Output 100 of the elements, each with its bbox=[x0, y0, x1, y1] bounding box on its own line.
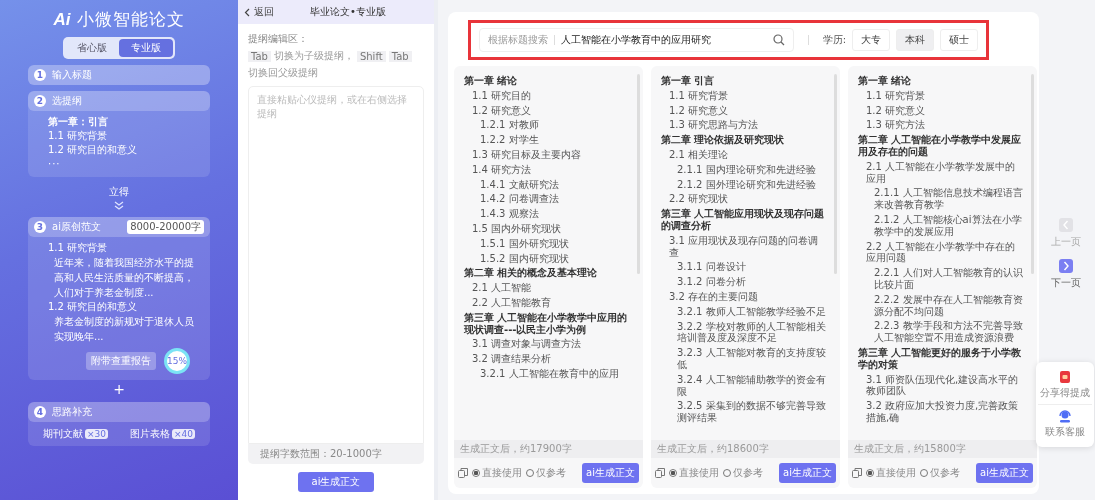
chapter-heading: 第三章 人工智能应用现状及现存问题的调查分析 bbox=[661, 208, 826, 232]
radio-button[interactable] bbox=[866, 469, 874, 477]
chapter-heading: 第一章 引言 bbox=[661, 75, 716, 87]
outline-item: 2.1.2 人工智能核心ai算法在小学教学中的发展应用 bbox=[873, 213, 1023, 238]
outline-item: 1.4.1 文献研究法 bbox=[479, 178, 560, 191]
chapter-heading: 第二章 人工智能在小学教学中发展应用及存在的问题 bbox=[858, 134, 1023, 158]
outline-item: 3.1.2 问卷分析 bbox=[676, 276, 747, 288]
outline-line: 1.1 研究背景 bbox=[48, 129, 109, 143]
copy-icon[interactable] bbox=[458, 468, 468, 478]
outline-item: 3.2.1 人工智能在教育中的应用 bbox=[479, 367, 620, 380]
step-title: 输入标题 bbox=[52, 68, 93, 82]
count-badge: ×30 bbox=[85, 429, 108, 439]
float-menu-item[interactable]: 分享得提成 bbox=[1038, 366, 1092, 404]
word-count: 生成正文后，约15800字 bbox=[848, 440, 1037, 458]
word-count: 生成正文后，约17900字 bbox=[454, 440, 643, 458]
outline-item: 1.4.3 观察法 bbox=[479, 208, 540, 220]
connector-label: 立得 bbox=[109, 185, 129, 199]
outline-item: 2.1.1 国内理论研究和先进经验 bbox=[676, 163, 817, 176]
outline-item: 3.2.1 教师人工智能教学经验不足 bbox=[676, 305, 827, 318]
outline-item: 3.2 政府应加大投资力度,完善政策措施,确 bbox=[865, 400, 1020, 424]
generate-button[interactable]: ai生成正文 bbox=[298, 472, 374, 492]
version-tab[interactable]: 专业版 bbox=[119, 39, 173, 57]
outline-item: 3.2 调查结果分析 bbox=[471, 353, 553, 365]
step-number: 1 bbox=[34, 69, 46, 81]
generate-button[interactable]: ai生成正文 bbox=[779, 463, 836, 483]
chapter-heading: 第二章 相关的概念及基本理论 bbox=[464, 267, 599, 280]
headset-icon bbox=[1058, 409, 1072, 423]
outline-item: 1.1 研究背景 bbox=[865, 89, 927, 102]
outline-item: 1.3 研究目标及主要内容 bbox=[471, 149, 583, 161]
hint-text: 切换为子级提纲， bbox=[273, 49, 354, 63]
outline-item: 3.2.2 学校对教师的人工智能相关培训普及度及深度不足 bbox=[676, 320, 827, 345]
outline-item: 3.2.4 人工智能辅助教学的资金有限 bbox=[676, 373, 827, 398]
degree-option[interactable]: 大专 bbox=[852, 29, 890, 51]
step-number: 2 bbox=[34, 95, 46, 107]
tag-label: 期刊文献 bbox=[43, 427, 83, 441]
chapter-heading: 第二章 理论依据及研究现状 bbox=[661, 134, 786, 146]
step-title: 思路补充 bbox=[52, 405, 93, 419]
generate-button[interactable]: ai生成正文 bbox=[582, 463, 639, 483]
search-label: 根据标题搜索 bbox=[488, 33, 548, 47]
packet-icon bbox=[1059, 370, 1071, 384]
float-menu-item[interactable]: 联系客服 bbox=[1038, 404, 1092, 443]
outline-item: 3.2.3 人工智能对教育的支持度较低 bbox=[676, 347, 827, 371]
copy-icon[interactable] bbox=[655, 468, 665, 478]
app-title: 小微智能论文 bbox=[76, 8, 185, 31]
outline-item: 3.1.1 问卷设计 bbox=[676, 261, 747, 274]
outline-line: 第一章：引言 bbox=[48, 115, 109, 129]
generate-button[interactable]: ai生成正文 bbox=[976, 463, 1033, 483]
search-icon[interactable] bbox=[772, 34, 785, 46]
outline-item: 1.2 研究意义 bbox=[865, 104, 927, 117]
outline-item: 3.2 存在的主要问题 bbox=[668, 290, 760, 303]
key-cap: Tab bbox=[248, 50, 271, 62]
outline-item: 1.5.2 国内研究现状 bbox=[479, 252, 570, 265]
back-link[interactable]: 返回 bbox=[244, 5, 274, 19]
outline-item: 3.1 应用现状及现存问题的问卷调查 bbox=[668, 234, 820, 259]
search-field[interactable]: 根据标题搜索 人工智能在小学教育中的应用研究 bbox=[479, 28, 794, 52]
radio-label: 直接使用 bbox=[679, 466, 719, 480]
radio-button[interactable] bbox=[472, 469, 480, 477]
outline-item: 3.1 调查对象与调查方法 bbox=[471, 338, 583, 351]
copy-icon[interactable] bbox=[852, 468, 862, 478]
step-number: 4 bbox=[34, 406, 46, 418]
outline-item: 2.2.3 教学手段和方法不完善导致人工智能空置不用造成资源浪费 bbox=[873, 320, 1024, 344]
editor-title: 毕业论文•专业版 bbox=[310, 5, 386, 19]
outline-item: 1.1 研究目的 bbox=[471, 89, 533, 102]
outline-item: 2.1 相关理论 bbox=[668, 149, 730, 161]
step-title: ai原创范文 bbox=[52, 220, 102, 234]
key-cap: Shift bbox=[356, 50, 386, 62]
outline-item: 1.5.1 国外研究现状 bbox=[479, 237, 570, 250]
outline-item: 1.3 研究思路与方法 bbox=[668, 119, 760, 132]
outline-item: 1.2.2 对学生 bbox=[479, 134, 540, 146]
preview-paragraph: 养老金制度的新规对于退休人员实现晚年... bbox=[53, 315, 195, 344]
radio-label: 直接使用 bbox=[482, 466, 522, 480]
outline-item: 1.4 研究方法 bbox=[471, 163, 533, 176]
outline-line: 1.2 研究目的和意义 bbox=[48, 300, 139, 314]
tag-label: 图片表格 bbox=[130, 427, 170, 441]
degree-option[interactable]: 本科 bbox=[896, 29, 934, 51]
chapter-heading: 第三章 人工智能更好的服务于小学教学的对策 bbox=[858, 346, 1023, 371]
outline-item: 2.1.1 人工智能信息技术编程语言来改善教育教学 bbox=[873, 187, 1024, 211]
outline-item: 1.5 国内外研究现状 bbox=[471, 222, 563, 235]
radio-label: 仅参考 bbox=[536, 466, 566, 480]
radio-button[interactable] bbox=[669, 469, 677, 477]
outline-line: 1.2 研究目的和意义 bbox=[48, 143, 139, 157]
radio-label: 仅参考 bbox=[733, 466, 763, 480]
radio-label: 直接使用 bbox=[876, 466, 916, 480]
length-badge: 8000-20000字 bbox=[127, 220, 204, 234]
outline-item: 2.2 研究现状 bbox=[668, 193, 730, 206]
version-tab[interactable]: 省心版 bbox=[65, 39, 119, 57]
degree-option[interactable]: 硕士 bbox=[940, 29, 978, 51]
report-tooltip: 附带查重报告 bbox=[86, 352, 156, 370]
radio-label: 仅参考 bbox=[930, 466, 960, 480]
plus-sign: + bbox=[113, 382, 125, 396]
outline-item: 2.1 人工智能在小学教学发展中的应用 bbox=[865, 160, 1017, 185]
preview-paragraph: 近年来，随着我国经济水平的提高和人民生活质量的不断提高，人们对于养老金制度... bbox=[53, 256, 195, 300]
degree-label: 学历: bbox=[822, 33, 846, 47]
outline-item: 2.2 人工智能在小学教学中存在的应用问题 bbox=[865, 240, 1017, 265]
logo-mark: Ai bbox=[53, 9, 71, 30]
step-number: 3 bbox=[34, 221, 46, 233]
key-cap: Tab bbox=[388, 50, 412, 62]
page-button[interactable]: 下一页 bbox=[1051, 259, 1081, 290]
similarity-ring: 15% bbox=[164, 348, 190, 374]
outline-item: 1.2 研究意义 bbox=[668, 104, 730, 117]
